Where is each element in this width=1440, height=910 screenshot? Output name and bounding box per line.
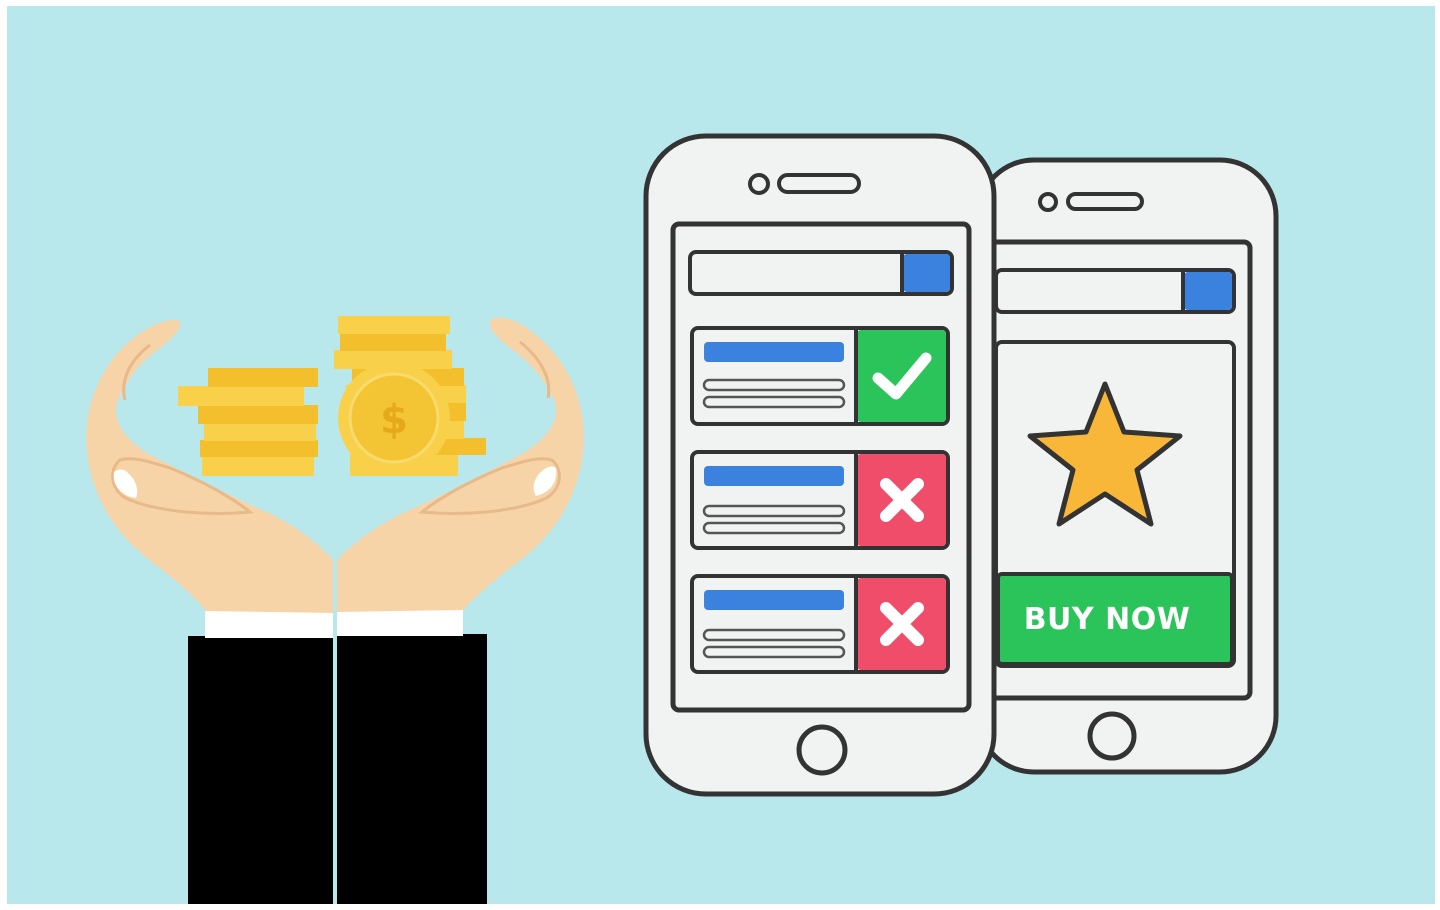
left-cuff [205, 611, 333, 638]
list-item-rejected [690, 450, 950, 550]
dollar-coin: $ [338, 362, 450, 474]
phone-front-camera [748, 173, 770, 195]
item-text-line [702, 504, 846, 518]
phone-back: BUY NOW [975, 157, 1279, 775]
phone-back-home-button [1087, 711, 1137, 761]
phone-front-home-button [796, 724, 848, 776]
buy-now-label: BUY NOW [1024, 602, 1191, 637]
phone-back-camera [1038, 192, 1058, 212]
item-text-line [702, 521, 846, 535]
phone-front-speaker [777, 173, 861, 194]
illustration: $ BUY NOW [86, 133, 1279, 904]
right-sleeve [337, 634, 487, 904]
buy-now-button[interactable]: BUY NOW [996, 572, 1234, 666]
illustration-background: $ BUY NOW [7, 6, 1435, 904]
phone-front-search-button [903, 254, 950, 292]
coin-stack-left [178, 368, 318, 476]
list-item-accepted [690, 326, 950, 426]
left-sleeve [188, 636, 334, 904]
item-title-bar [704, 590, 844, 610]
item-title-bar [704, 466, 844, 486]
hands-with-coins: $ [86, 316, 584, 904]
item-text-line [702, 395, 846, 409]
item-title-bar [704, 342, 844, 362]
item-text-line [702, 645, 846, 659]
dollar-sign-icon: $ [380, 397, 408, 443]
item-text-line [702, 628, 846, 642]
phone-back-search-button [1184, 272, 1232, 310]
phone-back-speaker [1066, 192, 1144, 211]
item-text-line [702, 378, 846, 392]
right-cuff [337, 609, 463, 636]
list-item-rejected [690, 574, 950, 674]
phone-front [643, 133, 997, 797]
